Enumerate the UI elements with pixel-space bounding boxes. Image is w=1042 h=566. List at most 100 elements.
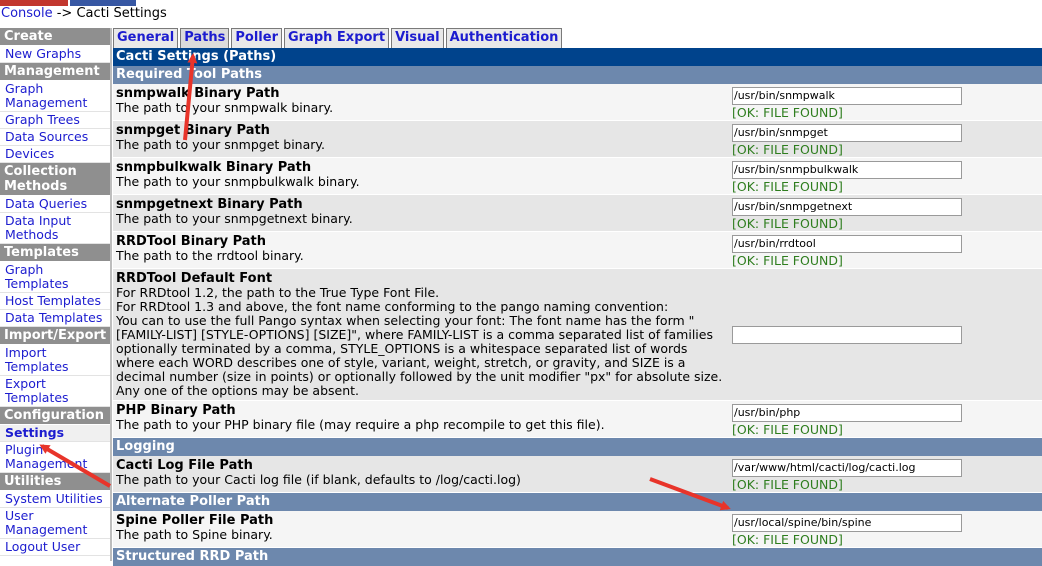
setting-name: RRDTool Default Font — [116, 271, 273, 286]
snmpbulkwalk-path-input[interactable]: /usr/bin/snmpbulkwalk — [732, 161, 962, 179]
setting-name: RRDTool Binary Path — [116, 234, 267, 249]
setting-text: snmpgetnext Binary Path The path to your … — [116, 198, 728, 226]
setting-text: snmpbulkwalk Binary Path The path to your… — [116, 161, 728, 189]
sidebar-header-create: Create — [0, 28, 110, 46]
tab-graph-export[interactable]: Graph Export — [283, 28, 390, 48]
sidebar-item-new-graphs[interactable]: New Graphs — [0, 46, 110, 63]
setting-control — [732, 326, 962, 344]
breadcrumb: Console -> Cacti Settings — [1, 6, 167, 22]
file-found-status: [OK: FILE FOUND] — [732, 532, 843, 547]
file-found-status: [OK: FILE FOUND] — [732, 179, 843, 194]
setting-description: The path to your Cacti log file (if blan… — [116, 472, 521, 487]
sidebar-item-graph-templates[interactable]: Graph Templates — [0, 262, 110, 293]
file-found-status: [OK: FILE FOUND] — [732, 477, 843, 492]
setting-description: For RRDtool 1.2, the path to the True Ty… — [116, 285, 440, 300]
sidebar-item-data-input-methods[interactable]: Data Input Methods — [0, 213, 110, 244]
setting-description: For RRDtool 1.3 and above, the font name… — [116, 299, 669, 314]
rrdtool-path-input[interactable]: /usr/bin/rrdtool — [732, 235, 962, 253]
setting-text: snmpwalk Binary Path The path to your snm… — [116, 87, 728, 115]
setting-name: snmpget Binary Path — [116, 123, 270, 138]
snmpgetnext-path-input[interactable]: /usr/bin/snmpgetnext — [732, 198, 962, 216]
cacti-log-path-input[interactable]: /var/www/html/cacti/log/cacti.log — [732, 459, 962, 477]
file-found-status: [OK: FILE FOUND] — [732, 105, 843, 120]
file-found-status: [OK: FILE FOUND] — [732, 216, 843, 231]
sidebar-item-system-utilities[interactable]: System Utilities — [0, 491, 110, 508]
sidebar-item-host-templates[interactable]: Host Templates — [0, 293, 110, 310]
sidebar-item-logout-user[interactable]: Logout User — [0, 539, 110, 556]
spine-path-input[interactable]: /usr/local/spine/bin/spine — [732, 514, 962, 532]
setting-text: RRDTool Default Font For RRDtool 1.2, the… — [116, 272, 728, 398]
sidebar-item-settings[interactable]: Settings — [0, 425, 110, 442]
file-found-status: [OK: FILE FOUND] — [732, 253, 843, 268]
breadcrumb-separator: -> — [52, 6, 77, 21]
setting-name: snmpwalk Binary Path — [116, 86, 280, 101]
settings-panel: Cacti Settings (Paths) Required Tool Pat… — [113, 48, 1042, 566]
setting-row-snmpgetnext: snmpgetnext Binary Path The path to your … — [113, 195, 1042, 232]
section-header-logging: Logging — [113, 438, 1042, 456]
sidebar-divider — [110, 28, 112, 561]
tab-visual[interactable]: Visual — [391, 28, 444, 48]
setting-row-rrdtool: RRDTool Binary Path The path to the rrdto… — [113, 232, 1042, 269]
rrdtool-font-path-input[interactable] — [732, 326, 962, 344]
setting-row-snmpwalk: snmpwalk Binary Path The path to your snm… — [113, 84, 1042, 121]
section-header-required-tool-paths: Required Tool Paths — [113, 66, 1042, 84]
setting-description: where each WORD describes one of style, … — [116, 355, 686, 370]
sidebar-item-graph-management[interactable]: Graph Management — [0, 81, 110, 112]
sidebar-item-import-templates[interactable]: Import Templates — [0, 345, 110, 376]
settings-content: Required Tool Paths snmpwalk Binary Path T… — [113, 66, 1042, 566]
snmpwalk-path-input[interactable]: /usr/bin/snmpwalk — [732, 87, 962, 105]
setting-control: /var/www/html/cacti/log/cacti.log [OK: FI… — [732, 459, 962, 492]
setting-control: /usr/bin/snmpbulkwalk [OK: FILE FOUND] — [732, 161, 962, 194]
setting-text: Spine Poller File Path The path to Spine … — [116, 514, 728, 542]
setting-text: snmpget Binary Path The path to your snmp… — [116, 124, 728, 152]
sidebar-item-devices[interactable]: Devices — [0, 146, 110, 163]
setting-description: The path to your snmpgetnext binary. — [116, 211, 353, 226]
breadcrumb-console-link[interactable]: Console — [1, 6, 53, 21]
setting-description: decimal number (size in points) or optio… — [116, 369, 723, 384]
setting-name: Spine Poller File Path — [116, 513, 274, 528]
sidebar-header-import-export: Import/Export — [0, 327, 110, 345]
file-found-status: [OK: FILE FOUND] — [732, 142, 843, 157]
sidebar-item-data-queries[interactable]: Data Queries — [0, 196, 110, 213]
sidebar-menu: Create New Graphs Management Graph Manageme… — [0, 28, 110, 561]
tab-poller[interactable]: Poller — [231, 28, 282, 48]
sidebar-header-configuration: Configuration — [0, 407, 110, 425]
php-path-input[interactable]: /usr/bin/php — [732, 404, 962, 422]
setting-description: The path to your snmpbulkwalk binary. — [116, 174, 360, 189]
page-title: Cacti Settings (Paths) — [113, 48, 1042, 66]
sidebar-header-templates: Templates — [0, 244, 110, 262]
setting-description: You can to use the full Pango syntax whe… — [116, 313, 695, 328]
tab-authentication[interactable]: Authentication — [445, 28, 563, 48]
sidebar-item-export-templates[interactable]: Export Templates — [0, 376, 110, 407]
sidebar-item-data-sources[interactable]: Data Sources — [0, 129, 110, 146]
setting-row-php: PHP Binary Path The path to your PHP bina… — [113, 401, 1042, 438]
tab-paths[interactable]: Paths — [180, 28, 230, 48]
sidebar-header-management: Management — [0, 63, 110, 81]
sidebar-header-utilities: Utilities — [0, 473, 110, 491]
settings-tabs: General Paths Poller Graph Export Visual Auth… — [113, 28, 563, 48]
setting-description: The path to Spine binary. — [116, 527, 273, 542]
setting-row-spine: Spine Poller File Path The path to Spine … — [113, 511, 1042, 548]
sidebar-header-collection-methods: Collection Methods — [0, 163, 110, 196]
sidebar-item-plugin-management[interactable]: Plugin Management — [0, 442, 110, 473]
setting-description: [FAMILY-LIST] [STYLE-OPTIONS] [SIZE]", w… — [116, 327, 713, 342]
setting-name: PHP Binary Path — [116, 403, 236, 418]
setting-control: /usr/local/spine/bin/spine [OK: FILE FOUN… — [732, 514, 962, 547]
setting-text: Cacti Log File Path The path to your Cact… — [116, 459, 728, 487]
sidebar-item-data-templates[interactable]: Data Templates — [0, 310, 110, 327]
setting-text: RRDTool Binary Path The path to the rrdto… — [116, 235, 728, 263]
setting-name: snmpgetnext Binary Path — [116, 197, 303, 212]
tab-general[interactable]: General — [113, 28, 179, 48]
section-header-structured-rrd-path: Structured RRD Path — [113, 548, 1042, 566]
setting-row-cacti-log: Cacti Log File Path The path to your Cact… — [113, 456, 1042, 493]
setting-control: /usr/bin/snmpgetnext [OK: FILE FOUND] — [732, 198, 962, 231]
setting-description: The path to your snmpget binary. — [116, 137, 325, 152]
file-found-status: [OK: FILE FOUND] — [732, 422, 843, 437]
setting-text: PHP Binary Path The path to your PHP bina… — [116, 404, 728, 432]
snmpget-path-input[interactable]: /usr/bin/snmpget — [732, 124, 962, 142]
setting-control: /usr/bin/snmpget [OK: FILE FOUND] — [732, 124, 962, 157]
setting-row-rrdtool-font: RRDTool Default Font For RRDtool 1.2, the… — [113, 269, 1042, 401]
sidebar-item-user-management[interactable]: User Management — [0, 508, 110, 539]
breadcrumb-current: Cacti Settings — [76, 6, 167, 21]
sidebar-item-graph-trees[interactable]: Graph Trees — [0, 112, 110, 129]
